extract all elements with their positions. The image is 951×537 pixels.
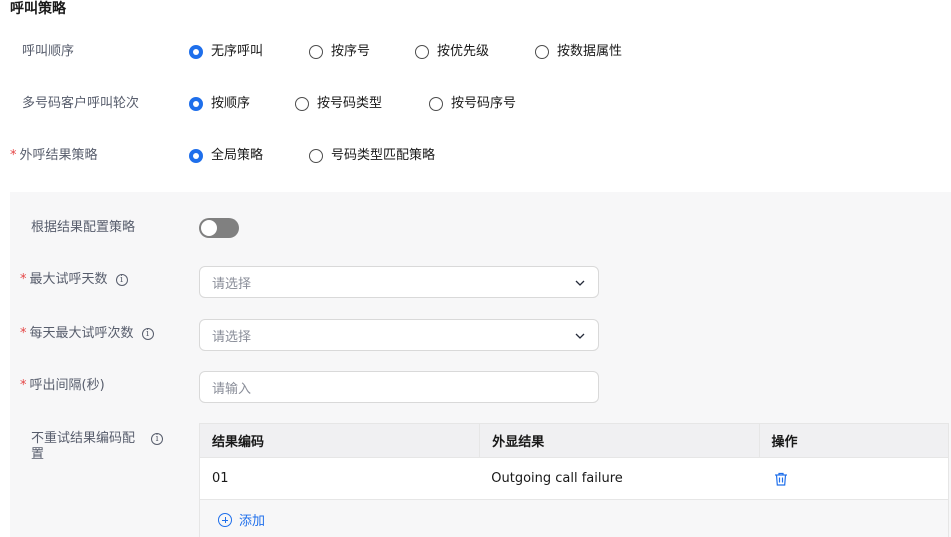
radio-call-order-2[interactable]: 按优先级 <box>415 44 489 60</box>
chevron-down-icon <box>575 333 585 339</box>
max-daily-attempts-label: * 每天最大试呼次数 i <box>20 325 154 343</box>
section-title: 呼叫策略 <box>10 1 66 17</box>
chevron-down-icon <box>575 280 585 286</box>
no-retry-codes-table: 结果编码 外显结果 操作 01 Outgoing call failure 添加 <box>199 423 949 537</box>
cell-action <box>759 458 949 499</box>
no-retry-codes-label: 不重试结果编码配 i 置 <box>31 431 164 463</box>
radio-dot <box>535 45 549 59</box>
required-mark: * <box>20 272 27 287</box>
required-mark: * <box>10 148 17 163</box>
toggle-knob <box>201 220 217 236</box>
call-order-label: 呼叫顺序 <box>22 44 75 59</box>
table-header: 结果编码 外显结果 操作 <box>200 424 948 457</box>
info-icon[interactable]: i <box>151 432 164 445</box>
input-placeholder: 请输入 <box>212 381 252 397</box>
multi-number-rounds-label: 多号码客户呼叫轮次 <box>22 96 140 111</box>
required-mark: * <box>20 326 27 341</box>
radio-dot <box>429 97 443 111</box>
radio-dot <box>189 97 203 111</box>
radio-call-order-1[interactable]: 按序号 <box>309 44 370 60</box>
column-header-code: 结果编码 <box>212 435 265 450</box>
outbound-result-strategy-label: * 外呼结果策略 <box>10 148 98 163</box>
required-mark: * <box>20 378 27 393</box>
select-placeholder: 请选择 <box>212 329 252 345</box>
radio-dot <box>189 45 203 59</box>
table-row: 01 Outgoing call failure <box>200 457 948 499</box>
cell-code: 01 <box>212 471 229 486</box>
max-daily-attempts-select[interactable]: 请选择 <box>199 319 599 351</box>
radio-call-order-3[interactable]: 按数据属性 <box>535 44 622 60</box>
trash-icon[interactable] <box>773 471 789 487</box>
radio-dot <box>309 149 323 163</box>
radio-rounds-1[interactable]: 按号码类型 <box>295 96 382 112</box>
max-attempt-days-select[interactable]: 请选择 <box>199 266 599 298</box>
column-header-action: 操作 <box>758 424 949 457</box>
select-placeholder: 请选择 <box>212 276 252 292</box>
column-header-display: 外显结果 <box>479 424 758 457</box>
info-icon[interactable]: i <box>141 327 154 340</box>
plus-circle-icon <box>218 512 232 527</box>
radio-strategy-0[interactable]: 全局策略 <box>189 148 263 164</box>
radio-call-order-0[interactable]: 无序呼叫 <box>189 44 263 60</box>
cell-display: Outgoing call failure <box>491 471 623 486</box>
config-by-result-label: 根据结果配置策略 <box>31 220 136 235</box>
max-attempt-days-label: * 最大试呼天数 i <box>20 271 128 289</box>
radio-strategy-1[interactable]: 号码类型匹配策略 <box>309 148 435 164</box>
radio-dot <box>295 97 309 111</box>
call-interval-input[interactable]: 请输入 <box>199 371 599 403</box>
info-icon[interactable]: i <box>115 273 128 286</box>
radio-dot <box>415 45 429 59</box>
radio-rounds-0[interactable]: 按顺序 <box>189 96 250 112</box>
config-by-result-toggle[interactable] <box>199 218 239 238</box>
radio-dot <box>309 45 323 59</box>
call-interval-label: * 呼出间隔(秒) <box>20 378 105 393</box>
add-button[interactable]: 添加 <box>200 500 265 537</box>
table-add-row: 添加 <box>200 499 948 537</box>
radio-dot <box>189 149 203 163</box>
radio-rounds-2[interactable]: 按号码序号 <box>429 96 516 112</box>
